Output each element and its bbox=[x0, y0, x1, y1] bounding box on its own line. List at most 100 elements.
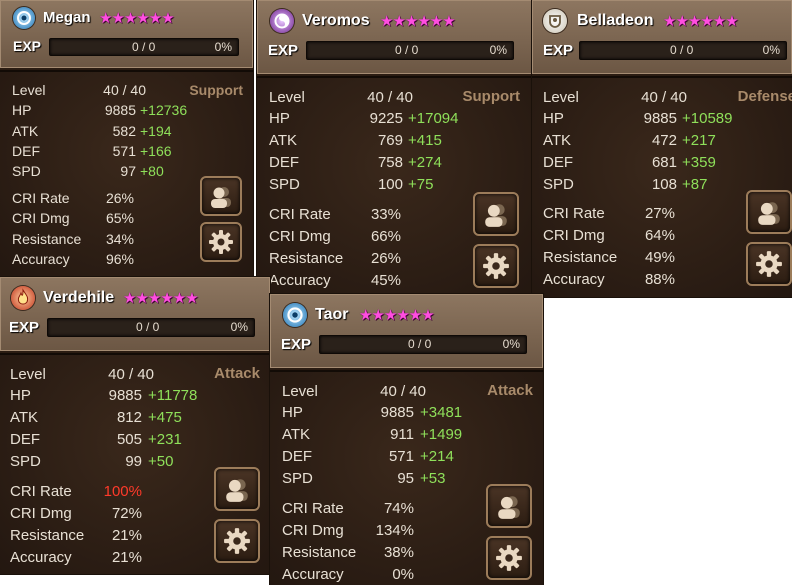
resistance-label: Resistance bbox=[12, 231, 82, 247]
role-label: Support bbox=[462, 88, 521, 105]
hp-label: HP bbox=[269, 110, 290, 127]
monster-card-veromos: Veromos ★★★★★★ EXP 0 / 0 0% Support Leve… bbox=[257, 0, 532, 295]
cri-rate-label: CRI Rate bbox=[269, 206, 331, 223]
profile-icon bbox=[226, 479, 248, 502]
settings-button[interactable] bbox=[746, 242, 792, 286]
hp-value: 9225 bbox=[369, 110, 403, 127]
gear-icon bbox=[756, 251, 782, 277]
cri-rate-value: 27% bbox=[644, 205, 675, 222]
monster-card-belladeon: Belladeon ★★★★★★ EXP 0 / 0 0% Defense Le… bbox=[532, 0, 792, 297]
hp-label: HP bbox=[543, 110, 564, 127]
spd-value: 100 bbox=[377, 176, 403, 193]
exp-bar: 0 / 0 0% bbox=[319, 335, 527, 354]
dark-element-icon bbox=[270, 9, 294, 33]
hp-label: HP bbox=[12, 102, 32, 118]
monster-name: Verdehile bbox=[43, 289, 115, 306]
def-value: 505 bbox=[116, 431, 142, 448]
gear-icon bbox=[483, 253, 509, 279]
accuracy-label: Accuracy bbox=[12, 251, 70, 267]
exp-percent: 0% bbox=[762, 43, 780, 57]
accuracy-value: 0% bbox=[392, 566, 414, 583]
atk-value: 812 bbox=[116, 409, 142, 426]
exp-value: 0 / 0 bbox=[395, 43, 419, 57]
level-label: Level bbox=[12, 82, 46, 98]
exp-label: EXP bbox=[13, 38, 42, 54]
water-element-icon bbox=[13, 7, 35, 29]
def-value: 571 bbox=[112, 143, 136, 159]
level-value: 40 / 40 bbox=[108, 366, 154, 383]
exp-percent: 0% bbox=[214, 40, 232, 54]
settings-button[interactable] bbox=[200, 222, 242, 262]
cri-dmg-label: CRI Dmg bbox=[12, 210, 70, 226]
atk-bonus: +1499 bbox=[420, 426, 463, 443]
exp-bar: 0 / 0 0% bbox=[306, 41, 514, 60]
accuracy-label: Accuracy bbox=[282, 566, 344, 583]
cri-rate-label: CRI Rate bbox=[10, 483, 72, 500]
spd-bonus: +87 bbox=[682, 176, 708, 193]
resistance-value: 26% bbox=[370, 250, 401, 267]
exp-value: 0 / 0 bbox=[136, 320, 160, 334]
atk-bonus: +475 bbox=[148, 409, 182, 426]
monster-name: Megan bbox=[43, 9, 91, 26]
spd-value: 97 bbox=[120, 163, 136, 179]
cri-dmg-label: CRI Dmg bbox=[543, 227, 605, 244]
hp-value: 9885 bbox=[643, 110, 677, 127]
spd-label: SPD bbox=[269, 176, 300, 193]
atk-label: ATK bbox=[269, 132, 298, 149]
def-value: 681 bbox=[651, 154, 677, 171]
profile-button[interactable] bbox=[200, 176, 242, 216]
def-bonus: +166 bbox=[140, 143, 172, 159]
resistance-value: 38% bbox=[383, 544, 414, 561]
atk-value: 582 bbox=[112, 123, 136, 139]
exp-value: 0 / 0 bbox=[132, 40, 156, 54]
atk-value: 911 bbox=[390, 426, 414, 443]
cri-rate-value: 74% bbox=[383, 500, 414, 517]
accuracy-label: Accuracy bbox=[10, 549, 72, 566]
profile-button[interactable] bbox=[214, 467, 260, 511]
stats-panel: Support Level 40 / 40 HP 9885 +12736 ATK 582… bbox=[0, 70, 253, 277]
role-label: Attack bbox=[214, 365, 260, 382]
card-header: Veromos ★★★★★★ EXP 0 / 0 0% bbox=[257, 0, 532, 74]
atk-bonus: +415 bbox=[408, 132, 442, 149]
atk-label: ATK bbox=[543, 132, 572, 149]
settings-button[interactable] bbox=[486, 536, 532, 580]
cri-rate-value: 100% bbox=[103, 483, 142, 500]
light-element-icon bbox=[543, 9, 567, 33]
profile-icon bbox=[485, 204, 507, 227]
hp-bonus: +12736 bbox=[140, 102, 188, 118]
card-header: Verdehile ★★★★★★ EXP 0 / 0 0% bbox=[0, 277, 270, 351]
cri-rate-label: CRI Rate bbox=[543, 205, 605, 222]
atk-bonus: +217 bbox=[682, 132, 716, 149]
cri-rate-value: 26% bbox=[105, 190, 134, 206]
star-rating: ★★★★★★ bbox=[99, 10, 175, 27]
hp-value: 9885 bbox=[108, 387, 142, 404]
resistance-label: Resistance bbox=[282, 544, 357, 561]
fire-element-icon bbox=[11, 286, 35, 310]
profile-button[interactable] bbox=[746, 190, 792, 234]
def-label: DEF bbox=[282, 448, 312, 465]
exp-label: EXP bbox=[9, 319, 40, 336]
settings-button[interactable] bbox=[214, 519, 260, 563]
spd-label: SPD bbox=[543, 176, 574, 193]
spd-value: 99 bbox=[125, 453, 142, 470]
level-label: Level bbox=[269, 89, 305, 106]
stats-panel: Attack Level 40 / 40 HP 9885 +3481 ATK 911 +1… bbox=[270, 370, 543, 585]
def-bonus: +214 bbox=[420, 448, 454, 465]
exp-bar: 0 / 0 0% bbox=[47, 318, 255, 337]
spd-bonus: +50 bbox=[148, 453, 174, 470]
atk-bonus: +194 bbox=[140, 123, 172, 139]
role-label: Attack bbox=[487, 382, 533, 399]
settings-button[interactable] bbox=[473, 244, 519, 288]
star-rating: ★★★★★★ bbox=[380, 13, 456, 30]
exp-bar: 0 / 0 0% bbox=[579, 41, 787, 60]
exp-percent: 0% bbox=[502, 337, 520, 351]
spd-value: 108 bbox=[651, 176, 677, 193]
resistance-label: Resistance bbox=[543, 249, 618, 266]
profile-button[interactable] bbox=[473, 192, 519, 236]
stats-panel: Defense Level 40 / 40 HP 9885 +10589 ATK 472… bbox=[532, 76, 792, 297]
atk-label: ATK bbox=[282, 426, 311, 443]
profile-button[interactable] bbox=[486, 484, 532, 528]
cri-rate-label: CRI Rate bbox=[282, 500, 344, 517]
water-element-icon bbox=[283, 303, 307, 327]
resistance-value: 34% bbox=[105, 231, 134, 247]
